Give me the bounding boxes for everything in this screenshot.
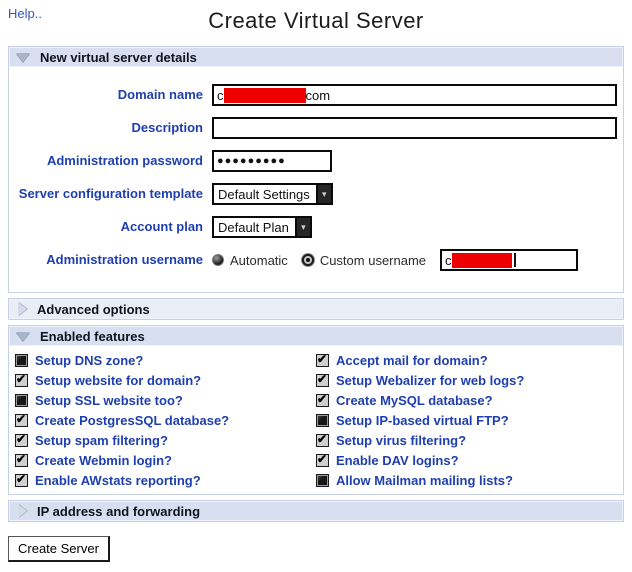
feature-item: Create Webmin login? [15, 450, 316, 470]
feature-label: Enable AWstats reporting? [35, 472, 201, 488]
account-plan-select[interactable]: Default Plan ▾ [212, 216, 312, 238]
checked-checkbox[interactable] [15, 372, 28, 387]
domain-name-row: Domain name c com [15, 84, 617, 106]
feature-label: Setup website for domain? [35, 372, 202, 388]
account-plan-selected: Default Plan [218, 219, 289, 235]
section-title: IP address and forwarding [37, 503, 201, 519]
feature-label: Create MySQL database? [336, 392, 493, 408]
create-server-button[interactable]: Create Server [8, 536, 110, 562]
domain-value-suffix: com [305, 87, 331, 103]
features-grid: Setup DNS zone? Accept mail for domain? Se… [9, 346, 623, 494]
triangle-right-icon [18, 302, 27, 316]
feature-label: Setup Webalizer for web logs? [336, 372, 525, 388]
section-header-features[interactable]: Enabled features [9, 326, 623, 346]
help-link[interactable]: Help.. [8, 6, 42, 21]
section-title: Enabled features [40, 328, 145, 344]
automatic-radio[interactable] [212, 254, 224, 266]
checked-checkbox[interactable] [15, 472, 28, 487]
create-virtual-server-page: Help.. Create Virtual Server New virtual… [0, 0, 632, 572]
checked-checkbox[interactable] [316, 432, 329, 447]
feature-label: Setup SSL website too? [35, 392, 183, 408]
feature-item: Setup DNS zone? [15, 350, 316, 370]
unchecked-checkbox[interactable] [316, 473, 329, 487]
section-header-ip[interactable]: IP address and forwarding [9, 501, 623, 521]
section-new-virtual-server-details: New virtual server details Domain name c… [8, 46, 624, 293]
checked-checkbox[interactable] [316, 452, 329, 467]
section-title: Advanced options [37, 301, 150, 317]
checked-checkbox[interactable] [316, 352, 329, 367]
description-input[interactable] [212, 117, 617, 139]
domain-name-label: Domain name [117, 86, 203, 102]
feature-label: Enable DAV logins? [336, 452, 459, 468]
redacted-value [451, 252, 512, 268]
feature-label: Setup spam filtering? [35, 432, 168, 448]
section-header-details[interactable]: New virtual server details [9, 47, 623, 67]
feature-item: Setup website for domain? [15, 370, 316, 390]
feature-label: Allow Mailman mailing lists? [336, 472, 513, 488]
feature-item: Create MySQL database? [316, 390, 617, 410]
section-enabled-features: Enabled features Setup DNS zone? Accept m… [8, 325, 624, 495]
feature-item: Setup Webalizer for web logs? [316, 370, 617, 390]
page-title: Create Virtual Server [208, 8, 424, 33]
triangle-right-icon [18, 504, 27, 518]
unchecked-checkbox[interactable] [316, 413, 329, 427]
feature-item: Enable DAV logins? [316, 450, 617, 470]
admin-password-input[interactable]: ●●●●●●●●● [212, 150, 332, 172]
section-title: New virtual server details [40, 49, 197, 65]
config-template-selected: Default Settings [218, 186, 310, 202]
admin-password-label: Administration password [46, 152, 203, 168]
config-template-label: Server configuration template [18, 185, 203, 201]
account-plan-label: Account plan [120, 218, 203, 234]
feature-item: Enable AWstats reporting? [15, 470, 316, 490]
feature-label: Setup DNS zone? [35, 352, 144, 368]
admin-password-row: Administration password ●●●●●●●●● [15, 150, 617, 172]
feature-item: Create PostgresSQL database? [15, 410, 316, 430]
chevron-down-icon: ▾ [315, 185, 331, 203]
unchecked-checkbox[interactable] [15, 353, 28, 367]
custom-username-radio[interactable] [301, 254, 314, 266]
custom-username-radio-label: Custom username [319, 252, 427, 268]
feature-label: Setup IP-based virtual FTP? [336, 412, 509, 428]
section-ip-address-forwarding: IP address and forwarding [8, 500, 624, 522]
feature-label: Create Webmin login? [35, 452, 172, 468]
feature-item: Accept mail for domain? [316, 350, 617, 370]
admin-username-options: Automatic Custom username c [212, 249, 579, 271]
feature-item: Allow Mailman mailing lists? [316, 470, 617, 490]
feature-item: Setup spam filtering? [15, 430, 316, 450]
checked-checkbox[interactable] [15, 432, 28, 447]
admin-username-row: Administration username Automatic Custom… [15, 249, 617, 271]
checked-checkbox[interactable] [15, 412, 28, 427]
feature-item: Setup IP-based virtual FTP? [316, 410, 617, 430]
custom-username-input[interactable]: c [440, 249, 579, 271]
checked-checkbox[interactable] [316, 372, 329, 387]
feature-label: Accept mail for domain? [336, 352, 488, 368]
admin-username-label: Administration username [46, 251, 203, 267]
feature-label: Create PostgresSQL database? [35, 412, 230, 428]
config-template-row: Server configuration template Default Se… [15, 183, 617, 205]
description-row: Description [15, 117, 617, 139]
password-dots: ●●●●●●●●● [217, 155, 286, 167]
automatic-radio-label: Automatic [230, 252, 288, 268]
feature-item: Setup SSL website too? [15, 390, 316, 410]
checked-checkbox[interactable] [316, 392, 329, 407]
description-label: Description [131, 119, 203, 135]
feature-label: Setup virus filtering? [336, 432, 467, 448]
account-plan-row: Account plan Default Plan ▾ [15, 216, 617, 238]
domain-name-input[interactable]: c com [212, 84, 617, 106]
triangle-down-icon [16, 52, 30, 62]
chevron-down-icon: ▾ [294, 218, 310, 236]
config-template-select[interactable]: Default Settings ▾ [212, 183, 333, 205]
checked-checkbox[interactable] [15, 452, 28, 467]
feature-item: Setup virus filtering? [316, 430, 617, 450]
section-header-advanced[interactable]: Advanced options [9, 299, 623, 319]
details-body: Domain name c com Description Administrat… [9, 67, 623, 292]
triangle-down-icon [16, 331, 30, 341]
unchecked-checkbox[interactable] [15, 393, 28, 407]
redacted-value [223, 87, 306, 103]
text-caret [513, 253, 516, 267]
section-advanced-options: Advanced options [8, 298, 624, 320]
